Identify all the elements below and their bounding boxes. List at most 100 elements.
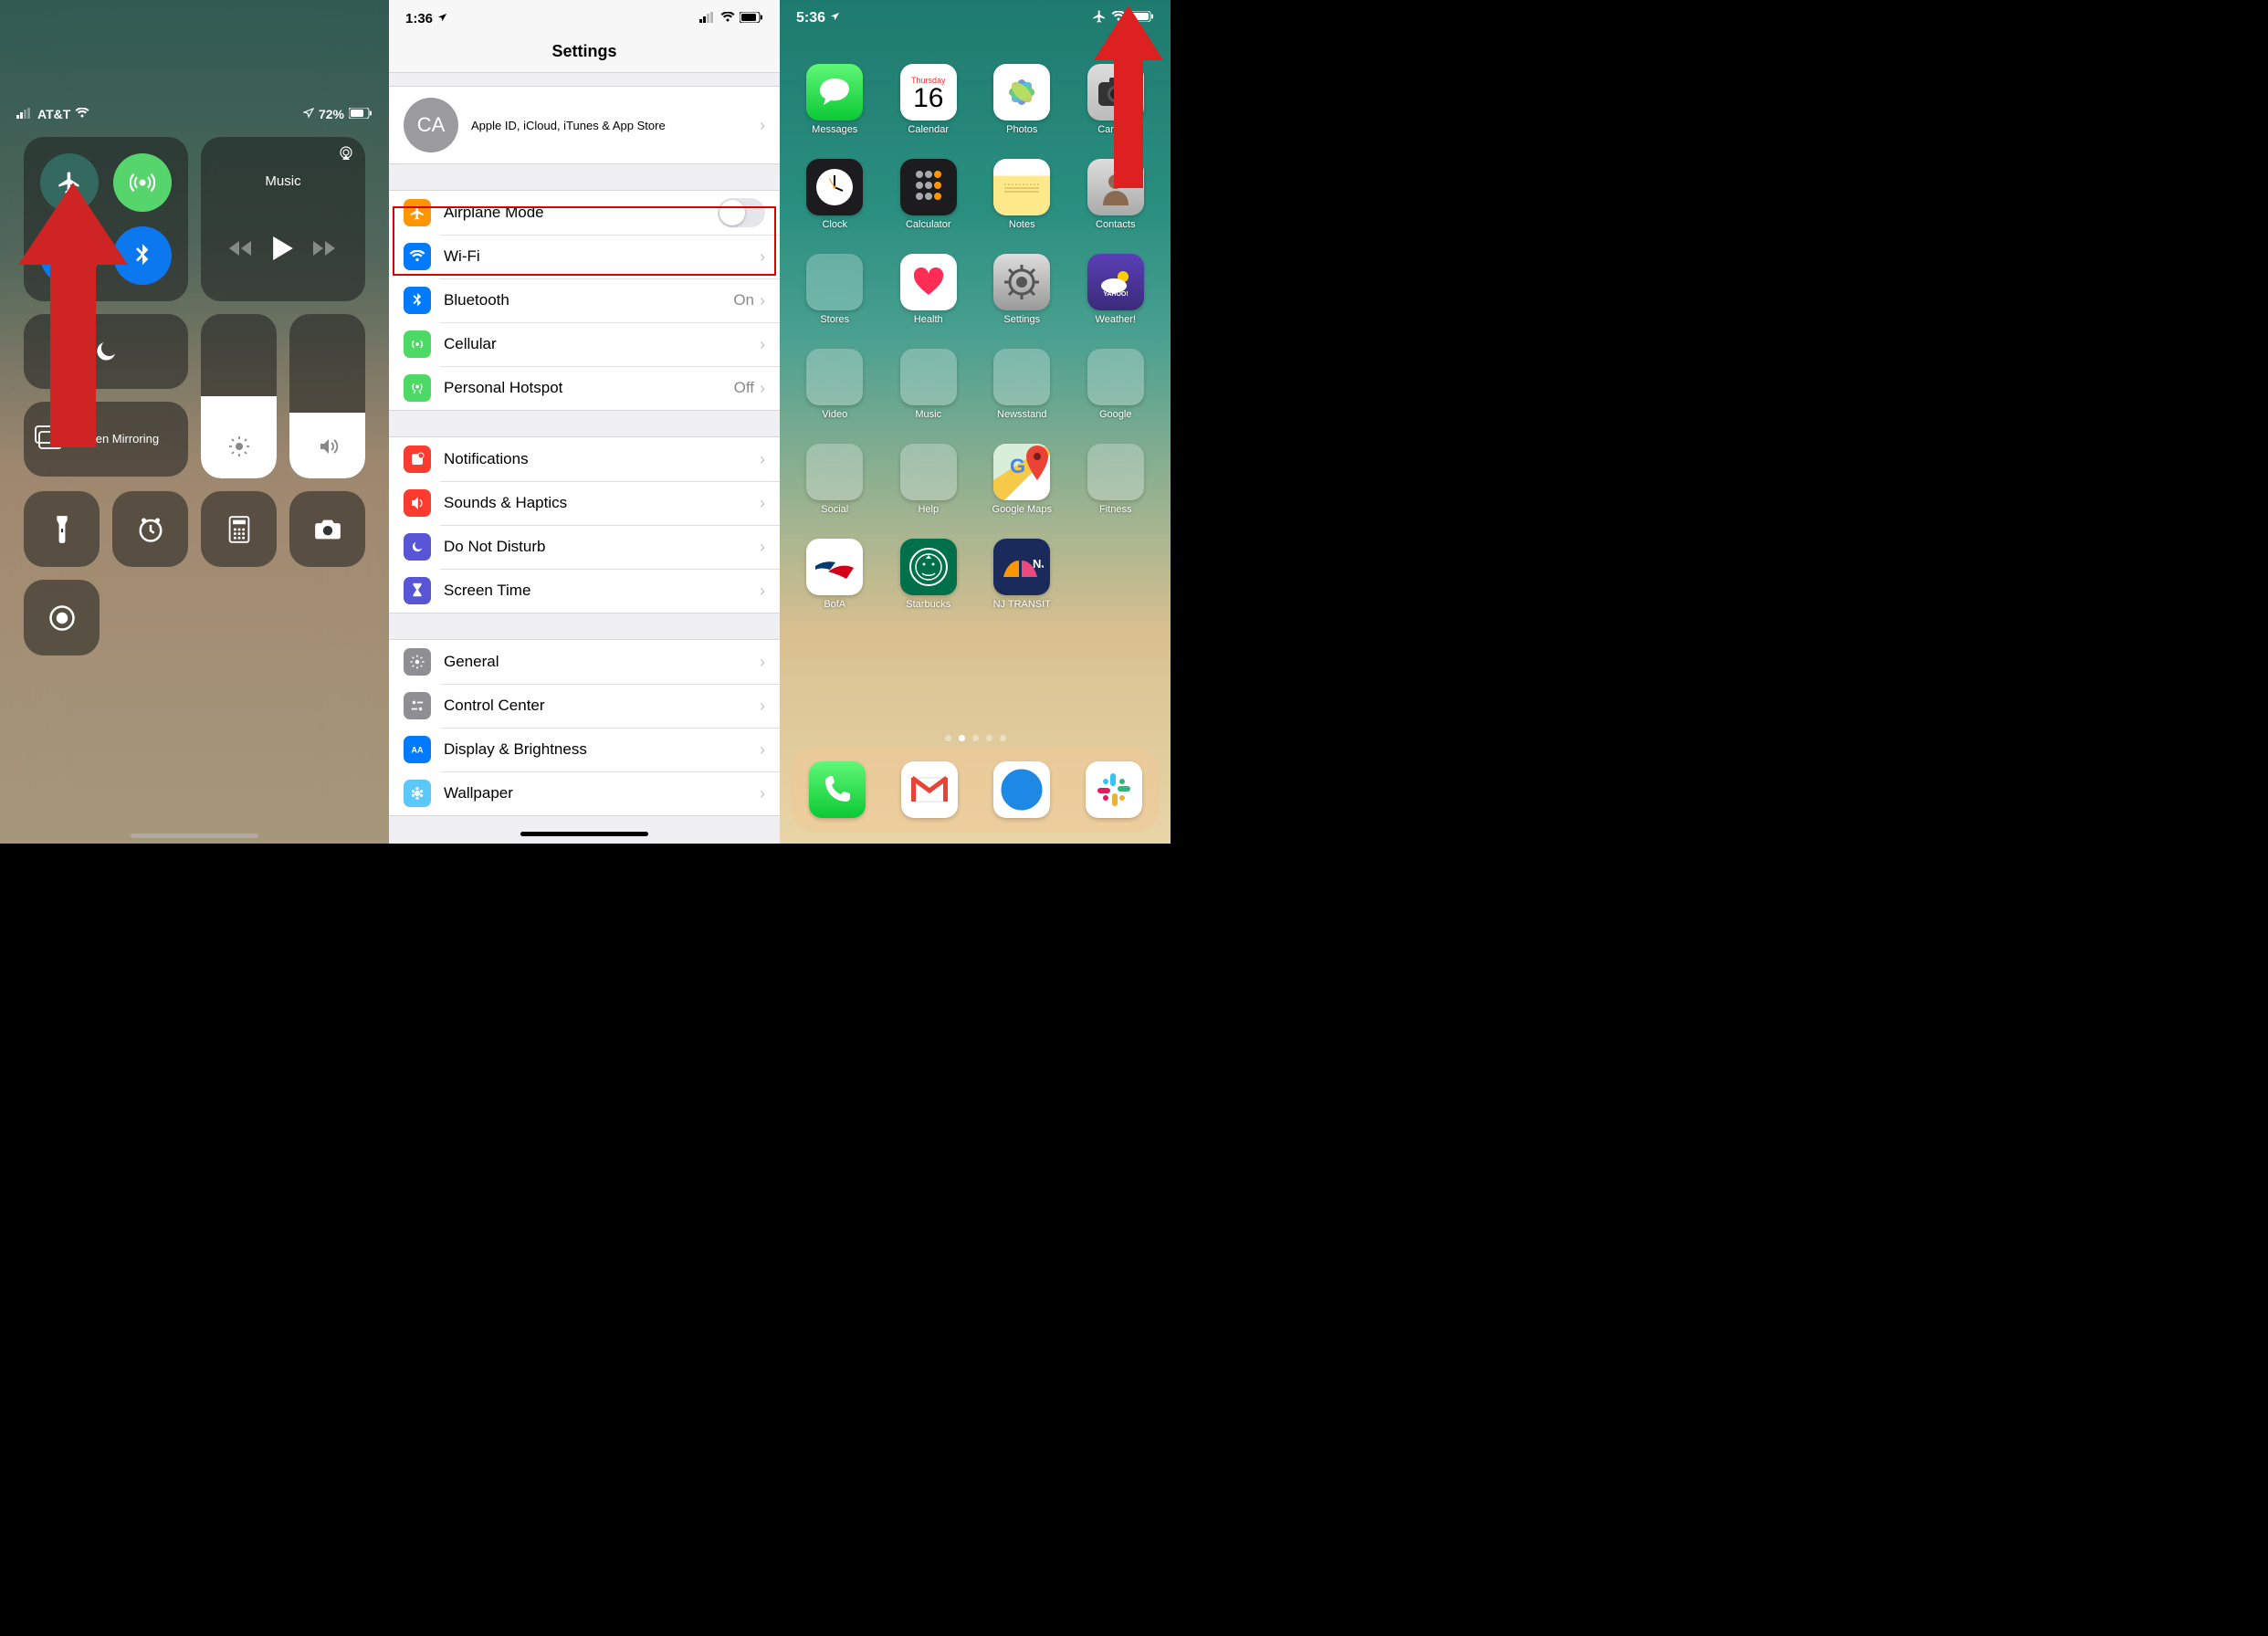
settings-row-wallpaper[interactable]: Wallpaper› (389, 771, 780, 815)
app-calculator[interactable]: Calculator (890, 159, 968, 230)
avatar: CA (404, 98, 458, 152)
app-icon (806, 349, 863, 405)
music-tile[interactable]: Music (201, 137, 365, 301)
calculator-tile[interactable] (201, 491, 277, 567)
svg-text:YAHOO!: YAHOO! (1103, 291, 1128, 297)
app-video[interactable]: Video (796, 349, 874, 420)
sounds-icon (404, 489, 431, 517)
app-slack[interactable] (1086, 761, 1142, 818)
dock (791, 747, 1160, 833)
settings-row-notifications[interactable]: Notifications› (389, 437, 780, 481)
app-safari[interactable] (993, 761, 1050, 818)
settings-row-general[interactable]: General› (389, 640, 780, 684)
next-track-button[interactable] (313, 240, 337, 261)
settings-row-sounds[interactable]: Sounds & Haptics› (389, 481, 780, 525)
app-nj-transit[interactable]: NJNJ TRANSIT (983, 539, 1061, 610)
app-clock[interactable]: Clock (796, 159, 874, 230)
app-weather-[interactable]: YAHOO!Weather! (1077, 254, 1155, 325)
app-label: Fitness (1099, 504, 1131, 515)
settings-row-dnd[interactable]: Do Not Disturb› (389, 525, 780, 569)
app-label: Calendar (908, 124, 949, 135)
app-icon (806, 539, 863, 595)
app-calendar[interactable]: Thursday16Calendar (890, 64, 968, 135)
app-starbucks[interactable]: Starbucks (890, 539, 968, 610)
app-icon: G (993, 444, 1050, 500)
home-indicator[interactable] (131, 834, 258, 838)
app-icon (1087, 349, 1144, 405)
app-label: Clock (822, 219, 847, 230)
music-source-label: Music (265, 173, 300, 189)
app-label: Newsstand (997, 409, 1046, 420)
app-fitness[interactable]: Fitness (1077, 444, 1155, 515)
row-label: Cellular (444, 335, 760, 353)
app-google[interactable]: Google (1077, 349, 1155, 420)
app-help[interactable]: Help (890, 444, 968, 515)
settings-row-hotspot[interactable]: Personal HotspotOff› (389, 366, 780, 410)
record-icon (48, 604, 76, 632)
app-icon: NJ (993, 539, 1050, 595)
flashlight-tile[interactable] (24, 491, 100, 567)
apple-id-row[interactable]: CA Apple ID, iCloud, iTunes & App Store … (389, 87, 780, 163)
app-messages[interactable]: Messages (796, 64, 874, 135)
app-social[interactable]: Social (796, 444, 874, 515)
home-screen-panel: 5:36 MessagesThursday16CalendarPhotosCam… (780, 0, 1171, 844)
cell-signal-icon (16, 107, 33, 121)
app-gmail[interactable] (901, 761, 958, 818)
brightness-slider[interactable] (201, 314, 277, 478)
prev-track-button[interactable] (229, 240, 253, 261)
app-icon (806, 159, 863, 215)
screen-record-tile[interactable] (24, 580, 100, 655)
app-icon (809, 761, 866, 818)
row-label: Display & Brightness (444, 740, 760, 759)
page-dots[interactable] (780, 735, 1171, 741)
app-bofa[interactable]: BofA (796, 539, 874, 610)
control-center-panel: AT&T 72% (0, 0, 389, 844)
volume-slider[interactable] (289, 314, 365, 478)
control-center-icon (404, 692, 431, 719)
settings-row-display[interactable]: AADisplay & Brightness› (389, 728, 780, 771)
toggle-switch[interactable] (718, 198, 765, 227)
app-icon (901, 761, 958, 818)
app-label: Starbucks (906, 599, 950, 610)
app-phone[interactable] (809, 761, 866, 818)
cellular-icon (404, 330, 431, 358)
settings-row-airplane-mode[interactable]: Airplane Mode (389, 191, 780, 235)
play-button[interactable] (273, 236, 293, 265)
app-icon (993, 254, 1050, 310)
row-label: Sounds & Haptics (444, 494, 760, 512)
app-stores[interactable]: Stores (796, 254, 874, 325)
app-newsstand[interactable]: Newsstand (983, 349, 1061, 420)
app-google-maps[interactable]: G Google Maps (983, 444, 1061, 515)
row-label: Notifications (444, 450, 760, 468)
dnd-icon (404, 533, 431, 561)
app-music[interactable]: Music (890, 349, 968, 420)
app-settings[interactable]: Settings (983, 254, 1061, 325)
volume-icon (317, 435, 339, 462)
brightness-icon (228, 435, 250, 462)
settings-row-cellular[interactable]: Cellular› (389, 322, 780, 366)
settings-row-screen-time[interactable]: Screen Time› (389, 569, 780, 613)
app-label: Notes (1009, 219, 1035, 230)
wallpaper-icon (404, 780, 431, 807)
app-icon: YAHOO! (1087, 254, 1144, 310)
settings-row-bluetooth[interactable]: BluetoothOn› (389, 278, 780, 322)
app-health[interactable]: Health (890, 254, 968, 325)
app-notes[interactable]: Notes (983, 159, 1061, 230)
row-label: Bluetooth (444, 291, 733, 309)
airplay-icon[interactable] (338, 146, 354, 165)
camera-tile[interactable] (289, 491, 365, 567)
app-label: Google Maps (992, 504, 1052, 515)
status-bar: 1:36 (389, 0, 780, 37)
app-photos[interactable]: Photos (983, 64, 1061, 135)
app-icon (900, 444, 957, 500)
app-icon (806, 254, 863, 310)
app-icon (900, 539, 957, 595)
general-icon (404, 648, 431, 676)
settings-row-wifi[interactable]: Wi-Fi› (389, 235, 780, 278)
timer-tile[interactable] (112, 491, 188, 567)
row-label: Wi-Fi (444, 247, 760, 266)
carrier-label: AT&T (37, 107, 70, 121)
home-indicator[interactable] (520, 832, 648, 836)
chevron-right-icon: › (760, 740, 765, 760)
settings-row-control-center[interactable]: Control Center› (389, 684, 780, 728)
